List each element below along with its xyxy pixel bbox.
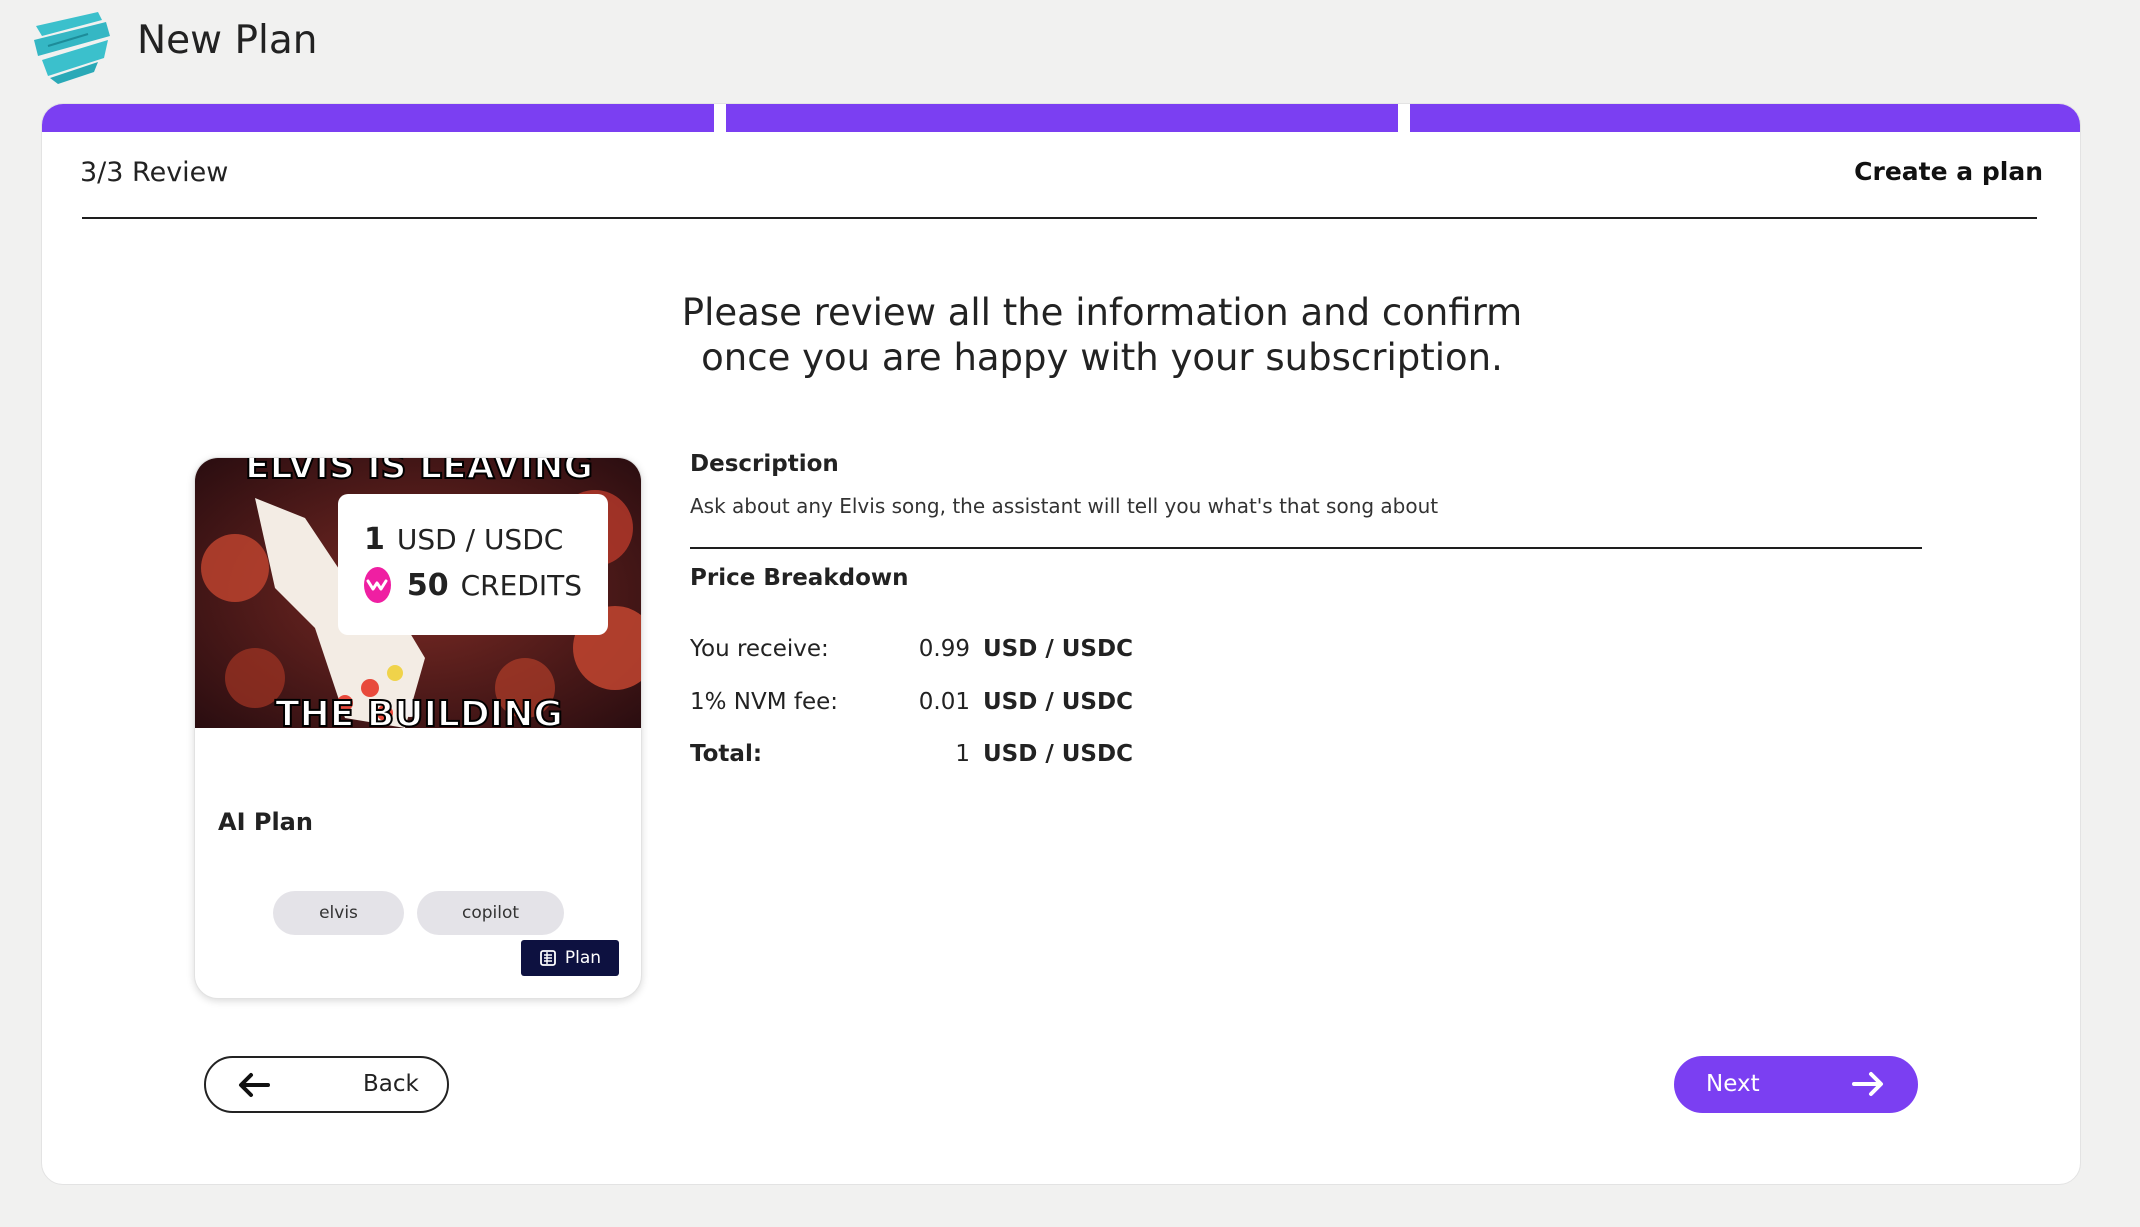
brush-stroke-logo-icon <box>34 12 110 84</box>
plan-preview-card: ELVIS IS LEAVING THE BUILDING 1 USD / US… <box>194 457 642 999</box>
tag-copilot: copilot <box>417 891 564 935</box>
breakdown-amount: 1 <box>955 741 970 767</box>
breakdown-unit: USD / USDC <box>983 636 1133 662</box>
divider <box>690 547 1922 549</box>
price-amount: 1 <box>364 521 385 557</box>
breakdown-label: You receive: <box>690 636 829 662</box>
price-breakdown-title: Price Breakdown <box>690 565 909 591</box>
page-title: New Plan <box>137 18 318 63</box>
intro-line-1: Please review all the information and co… <box>681 291 1523 334</box>
step-label: 3/3 Review <box>80 157 229 188</box>
breakdown-unit: USD / USDC <box>983 741 1133 767</box>
price-box: 1 USD / USDC 50 CREDITS <box>338 494 608 635</box>
tag-elvis: elvis <box>273 891 404 935</box>
arrow-left-icon <box>239 1073 270 1097</box>
wizard-card: 3/3 Review Create a plan Please review a… <box>41 103 2081 1185</box>
next-button-label: Next <box>1706 1071 1760 1097</box>
next-button[interactable]: Next <box>1674 1056 1918 1113</box>
breakdown-row-receive: You receive: 0.99 USD / USDC <box>690 636 1190 666</box>
breakdown-amount: 0.99 <box>918 636 970 662</box>
image-caption-bottom: THE BUILDING <box>275 694 563 728</box>
progress-stepper <box>42 104 2080 132</box>
app-header: New Plan <box>0 0 2140 90</box>
step-3-bar <box>1410 104 2080 132</box>
credits-row: 50 CREDITS <box>364 562 582 608</box>
breakdown-unit: USD / USDC <box>983 689 1133 715</box>
price-unit: USD / USDC <box>396 522 564 556</box>
divider <box>82 217 2037 219</box>
breakdown-row-total: Total: 1 USD / USDC <box>690 741 1190 771</box>
price-row: 1 USD / USDC <box>364 516 582 562</box>
breakdown-label: 1% NVM fee: <box>690 689 839 715</box>
description-text: Ask about any Elvis song, the assistant … <box>690 494 1439 518</box>
breakdown-label: Total: <box>690 741 763 767</box>
arrow-right-icon <box>1852 1072 1883 1096</box>
plan-type-badge: Plan <box>521 940 619 976</box>
step-1-bar <box>42 104 714 132</box>
intro-line-2: once you are happy with your subscriptio… <box>701 336 1503 379</box>
image-caption-top: ELVIS IS LEAVING <box>245 458 593 487</box>
create-plan-title: Create a plan <box>1854 157 2043 186</box>
plan-name: AI Plan <box>218 808 313 836</box>
breakdown-row-fee: 1% NVM fee: 0.01 USD / USDC <box>690 689 1190 719</box>
description-title: Description <box>690 451 839 477</box>
back-button-label: Back <box>363 1071 419 1097</box>
credits-unit: CREDITS <box>460 568 582 602</box>
credits-amount: 50 <box>406 567 449 603</box>
step-2-bar <box>726 104 1398 132</box>
plan-type-label: Plan <box>564 948 602 968</box>
ledger-icon <box>540 950 556 966</box>
intro-text: Please review all the information and co… <box>562 290 1642 380</box>
page: New Plan 3/3 Review Create a plan Please… <box>0 0 2140 1227</box>
breakdown-amount: 0.01 <box>918 689 970 715</box>
back-button[interactable]: Back <box>204 1056 449 1113</box>
credits-icon <box>364 567 391 603</box>
